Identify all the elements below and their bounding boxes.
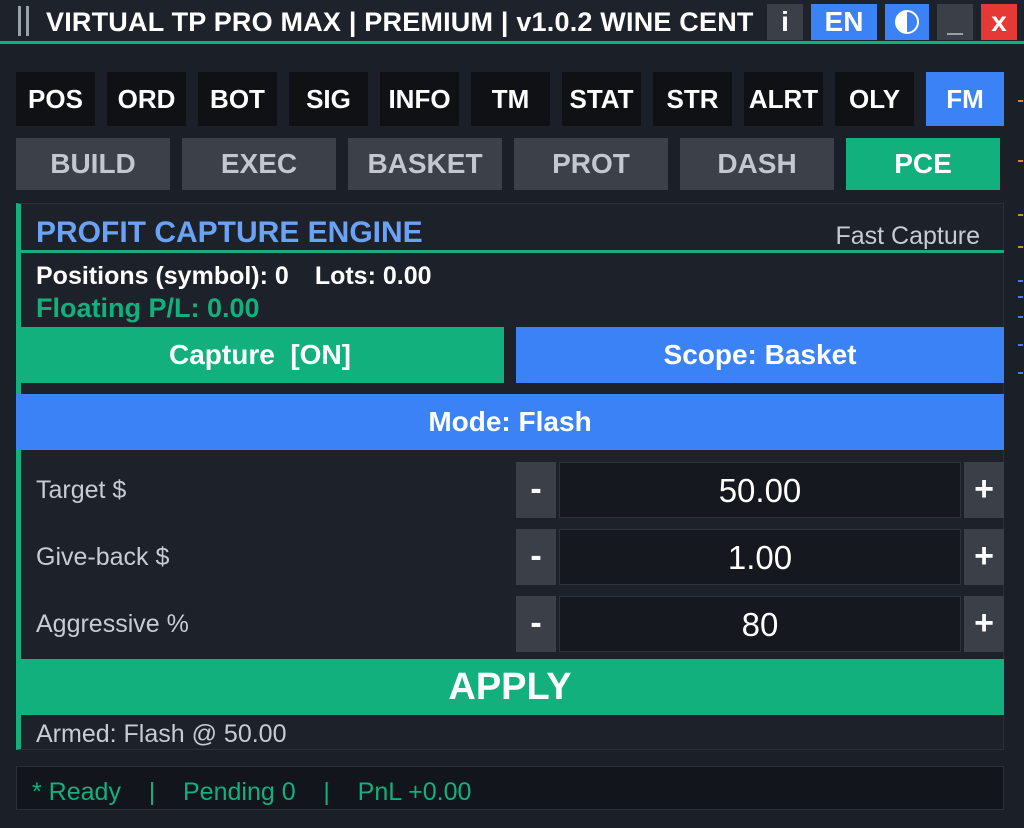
subtab-dash[interactable]: DASH [680, 138, 834, 190]
floating-pl: Floating P/L: 0.00 [36, 293, 260, 323]
scope-button[interactable]: Scope: Basket [516, 327, 1004, 383]
subtab-build[interactable]: BUILD [16, 138, 170, 190]
edge-tick [1018, 160, 1023, 162]
minimize-button[interactable]: _ [937, 4, 973, 40]
apply-button[interactable]: APPLY [16, 659, 1004, 715]
tab-stat[interactable]: STAT [562, 72, 641, 126]
language-button[interactable]: EN [811, 4, 877, 40]
tab-alrt[interactable]: ALRT [744, 72, 823, 126]
giveback-input[interactable]: 1.00 [559, 529, 961, 585]
lots-value: Lots: 0.00 [314, 262, 432, 290]
tab-oly[interactable]: OLY [835, 72, 914, 126]
mode-button[interactable]: Mode: Flash [16, 394, 1004, 450]
status-text: * Ready | Pending 0 | PnL +0.00 [32, 778, 472, 806]
edge-tick [1018, 100, 1023, 102]
subtab-pce[interactable]: PCE [846, 138, 1000, 190]
target-minus-button[interactable]: - [516, 462, 556, 518]
aggressive-input[interactable]: 80 [559, 596, 961, 652]
tab-str[interactable]: STR [653, 72, 732, 126]
panel-subtitle: Fast Capture [835, 222, 980, 250]
armed-status: Armed: Flash @ 50.00 [36, 720, 287, 748]
aggressive-minus-button[interactable]: - [516, 596, 556, 652]
panel-title: PROFIT CAPTURE ENGINE [36, 216, 423, 249]
window-title: VIRTUAL TP PRO MAX | PREMIUM | v1.0.2 WI… [46, 7, 754, 37]
tab-ord[interactable]: ORD [107, 72, 186, 126]
edge-tick [1018, 344, 1023, 346]
tab-fm[interactable]: FM [926, 72, 1004, 126]
edge-tick [1018, 214, 1023, 216]
edge-tick [1018, 316, 1023, 318]
aggressive-plus-button[interactable]: + [964, 596, 1004, 652]
positions-count: Positions (symbol): 0 [36, 262, 289, 290]
target-plus-button[interactable]: + [964, 462, 1004, 518]
giveback-minus-button[interactable]: - [516, 529, 556, 585]
capture-toggle-button[interactable]: Capture [ON] [16, 327, 504, 383]
tab-tm[interactable]: TM [471, 72, 550, 126]
contrast-icon [895, 9, 919, 34]
edge-tick [1018, 372, 1023, 374]
subtab-exec[interactable]: EXEC [182, 138, 336, 190]
panel-divider [21, 250, 1004, 253]
target-label: Target $ [36, 476, 127, 504]
edge-tick [1018, 246, 1023, 248]
tab-info[interactable]: INFO [380, 72, 459, 126]
giveback-plus-button[interactable]: + [964, 529, 1004, 585]
tab-bot[interactable]: BOT [198, 72, 277, 126]
giveback-label: Give-back $ [36, 543, 170, 571]
edge-tick [1018, 296, 1023, 298]
edge-tick [1018, 280, 1023, 282]
target-input[interactable]: 50.00 [559, 462, 961, 518]
positions-summary: Positions (symbol): 0 Lots: 0.00 [36, 262, 432, 291]
info-button[interactable]: i [767, 4, 803, 40]
subtab-prot[interactable]: PROT [514, 138, 668, 190]
tab-pos[interactable]: POS [16, 72, 95, 126]
tab-sig[interactable]: SIG [289, 72, 368, 126]
close-button[interactable]: x [981, 4, 1017, 40]
drag-grip-icon[interactable] [16, 6, 34, 36]
theme-toggle-button[interactable] [885, 4, 929, 40]
aggressive-label: Aggressive % [36, 610, 189, 638]
subtab-basket[interactable]: BASKET [348, 138, 502, 190]
